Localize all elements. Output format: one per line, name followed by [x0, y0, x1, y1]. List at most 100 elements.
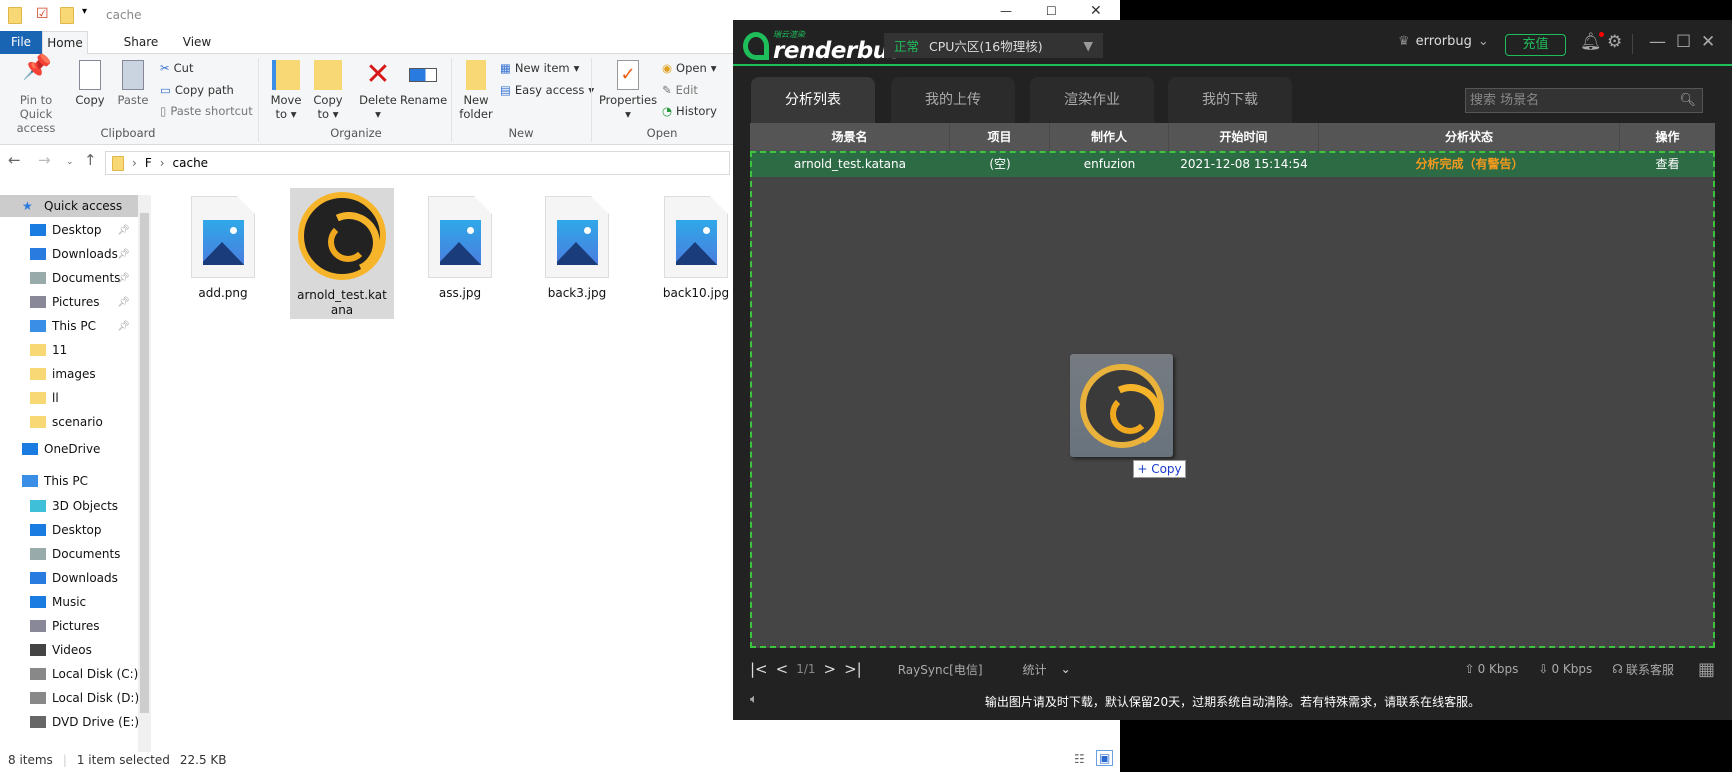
column-header[interactable]: 分析状态	[1319, 123, 1620, 151]
sidebar-item[interactable]: 3D Objects	[0, 495, 138, 517]
sidebar-item[interactable]: This PC	[0, 470, 138, 492]
forward-button[interactable]: →	[38, 151, 51, 175]
column-header[interactable]: 制作人	[1050, 123, 1169, 151]
user-menu[interactable]: ♛ errorbug ⌄	[1398, 34, 1489, 49]
sidebar-item[interactable]: This PC 📌︎	[0, 315, 138, 337]
large-icons-view-button[interactable]: ▣	[1096, 750, 1114, 766]
file-item[interactable]: ass.jpg	[408, 188, 512, 301]
tab-file[interactable]: File	[0, 31, 42, 54]
cell-status: 分析完成（有警告）	[1415, 157, 1524, 171]
up-button[interactable]: ↑	[84, 151, 97, 175]
search-icon[interactable]: 🔍︎	[1679, 89, 1696, 112]
tab-render-jobs[interactable]: 渲染作业	[1030, 77, 1154, 123]
move-to-button[interactable]: Move to ▾	[266, 60, 306, 121]
table-row[interactable]: arnold_test.katana (空) enfuzion 2021-12-…	[750, 151, 1715, 177]
sidebar-item[interactable]: Videos	[0, 639, 138, 661]
minimize-button[interactable]: —	[1000, 4, 1012, 18]
column-header[interactable]: 开始时间	[1169, 123, 1319, 151]
sidebar-item[interactable]: Desktop 📌︎	[0, 219, 138, 241]
easy-access-button[interactable]: ▤Easy access ▾	[500, 81, 594, 99]
cut-button[interactable]: ✂ Cut	[160, 59, 193, 77]
prev-page-button[interactable]: <	[776, 660, 789, 678]
recent-locations-button[interactable]: ⌄	[66, 157, 74, 181]
column-header[interactable]: 项目	[950, 123, 1050, 151]
open-button[interactable]: ◉ Open ▾	[662, 59, 717, 77]
scrollbar-thumb[interactable]	[140, 213, 149, 713]
sidebar-item[interactable]: ★ Quick access	[0, 195, 138, 217]
copy-to-button[interactable]: Copy to ▾	[308, 60, 348, 121]
region-dropdown[interactable]: 正常 CPU六区(16物理核) ▼	[884, 33, 1103, 58]
new-folder-quick-icon[interactable]	[60, 7, 74, 24]
sidebar-item[interactable]: Downloads 📌︎	[0, 243, 138, 265]
breadcrumb-item[interactable]: F	[145, 156, 152, 170]
details-view-button[interactable]: ☷	[1074, 752, 1085, 766]
sidebar-item[interactable]: 11	[0, 339, 138, 361]
file-item[interactable]: add.png	[171, 188, 275, 301]
first-page-button[interactable]: |<	[750, 660, 768, 678]
last-page-button[interactable]: >|	[844, 660, 862, 678]
properties-quick-icon[interactable]: ☑	[36, 6, 49, 22]
tab-my-uploads[interactable]: 我的上传	[891, 77, 1015, 123]
bell-icon[interactable]: 🔔︎	[1580, 32, 1604, 52]
next-page-button[interactable]: >	[824, 660, 837, 678]
column-header[interactable]: 场景名	[750, 123, 950, 151]
sidebar-item[interactable]: OneDrive	[0, 438, 138, 460]
sidebar-item[interactable]: Music	[0, 591, 138, 613]
scissors-icon: ✂	[160, 61, 170, 75]
address-bar[interactable]: › F › cache	[105, 151, 730, 175]
qr-code-icon[interactable]: ▦	[1698, 659, 1715, 680]
drop-zone[interactable]	[750, 151, 1715, 648]
rename-button[interactable]: Rename	[400, 60, 447, 107]
tab-share[interactable]: Share	[118, 31, 164, 54]
sidebar-item[interactable]: Documents 📌︎	[0, 267, 138, 289]
back-button[interactable]: ←	[8, 151, 21, 175]
maximize-button[interactable]: ☐	[1676, 32, 1691, 52]
recharge-button[interactable]: 充值	[1505, 34, 1566, 56]
minimize-button[interactable]: —	[1649, 32, 1666, 52]
new-item-button[interactable]: ▦ New item ▾	[500, 59, 579, 77]
support-link[interactable]: 联系客服	[1626, 661, 1674, 678]
view-link[interactable]: 查看	[1620, 151, 1715, 177]
sidebar-item[interactable]: Downloads	[0, 567, 138, 589]
customize-toolbar-icon[interactable]: ▾	[82, 6, 87, 17]
sidebar-scrollbar[interactable]	[138, 195, 151, 752]
tab-view[interactable]: View	[174, 31, 220, 54]
sidebar-item[interactable]: Desktop	[0, 519, 138, 541]
stats-label[interactable]: 统计	[1023, 661, 1047, 678]
transfer-line[interactable]: RaySync[电信]	[898, 661, 983, 678]
copy-path-button[interactable]: ▭ Copy path	[160, 81, 234, 99]
delete-button[interactable]: ✕ Delete ▾	[356, 60, 400, 122]
music-icon	[30, 596, 46, 608]
close-button[interactable]: ✕	[1090, 3, 1102, 19]
new-folder-button[interactable]: New folder	[456, 60, 496, 121]
search-input[interactable]: 搜索 场景名 🔍︎	[1465, 88, 1703, 113]
column-header[interactable]: 操作	[1620, 123, 1715, 151]
tab-home[interactable]: Home	[42, 31, 88, 55]
close-button[interactable]: ✕	[1701, 32, 1715, 52]
maximize-button[interactable]: ☐	[1046, 4, 1057, 18]
sidebar-item[interactable]: scenario	[0, 411, 138, 433]
chevron-down-icon[interactable]: ⌄	[1061, 662, 1071, 676]
sidebar-item[interactable]: Documents	[0, 543, 138, 565]
gear-icon[interactable]: ⚙	[1607, 32, 1622, 52]
breadcrumb-item[interactable]: cache	[173, 156, 209, 170]
copy-button[interactable]: Copy	[72, 60, 108, 107]
sidebar-item[interactable]: ll	[0, 387, 138, 409]
sidebar-item[interactable]: Local Disk (D:)	[0, 687, 138, 709]
paste-button[interactable]: Paste	[114, 60, 152, 107]
sidebar-item[interactable]: Local Disk (C:)	[0, 663, 138, 685]
sidebar-item[interactable]: Pictures	[0, 615, 138, 637]
file-item[interactable]: arnold_test.katana	[290, 188, 394, 319]
sidebar-item[interactable]: images	[0, 363, 138, 385]
file-item[interactable]: back3.jpg	[525, 188, 629, 301]
tab-my-downloads[interactable]: 我的下载	[1168, 77, 1292, 123]
tab-analysis-list[interactable]: 分析列表	[751, 77, 875, 123]
sidebar-item[interactable]: DVD Drive (E:) T7	[0, 711, 138, 733]
pin-quick-access-button[interactable]: 📌 Pin to Quick access	[2, 55, 70, 135]
sidebar-item[interactable]: Pictures 📌︎	[0, 291, 138, 313]
properties-button[interactable]: ✓ Properties ▾	[598, 60, 658, 121]
chevron-down-icon: ⌄	[1477, 34, 1489, 49]
edit-button[interactable]: ✎ Edit	[662, 81, 698, 99]
paste-shortcut-button[interactable]: ▯ Paste shortcut	[160, 102, 253, 120]
history-button[interactable]: ◔ History	[662, 102, 717, 120]
